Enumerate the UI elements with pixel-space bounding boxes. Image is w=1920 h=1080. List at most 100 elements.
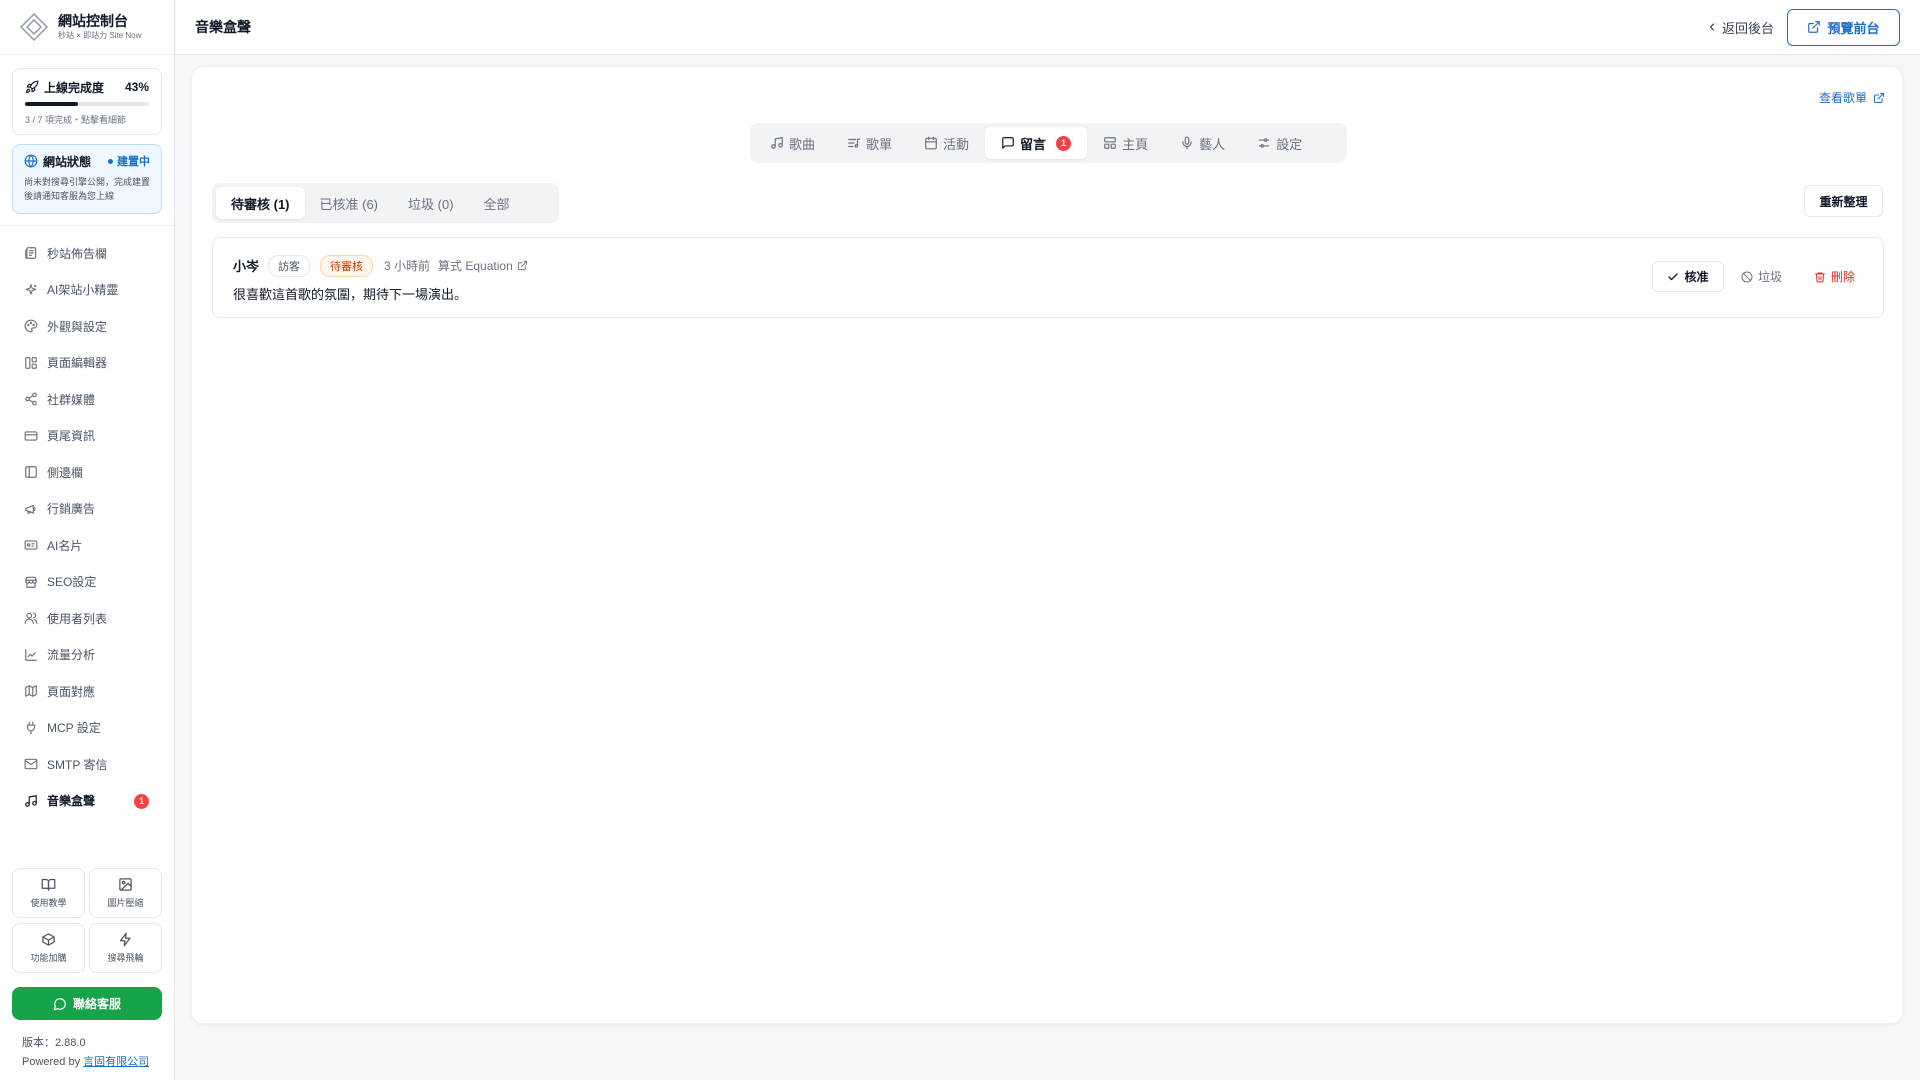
sparkles-icon	[24, 283, 38, 297]
sidebar-item-marketing[interactable]: 行銷廣告	[12, 491, 162, 528]
launch-progress-card[interactable]: 上線完成度 43% 3 / 7 項完成・點擊看細節	[12, 68, 162, 135]
palette-icon	[24, 319, 38, 333]
sidebar-item-music-box[interactable]: 音樂盒聲 1	[12, 783, 162, 820]
sidebar-item-ai-wizard[interactable]: AI架站小精靈	[12, 272, 162, 309]
sidebar-item-ai-card[interactable]: AI名片	[12, 527, 162, 564]
sidebar-item-label: 頁尾資訊	[47, 429, 96, 444]
tab-events[interactable]: 活動	[908, 127, 985, 159]
tool-label: 功能加購	[30, 953, 67, 963]
sidebar-item-footer-info[interactable]: 頁尾資訊	[12, 418, 162, 455]
tutorial-button[interactable]: 使用教學	[12, 868, 85, 918]
approve-button[interactable]: 核准	[1651, 261, 1724, 292]
contact-support-button[interactable]: 聯絡客服	[12, 987, 162, 1020]
tab-settings[interactable]: 設定	[1241, 127, 1318, 159]
filter-all[interactable]: 全部	[469, 187, 525, 219]
comment-song-link[interactable]: 算式 Equation	[438, 257, 528, 274]
tab-label: 歌單	[866, 136, 893, 152]
sidebar-item-page-editor[interactable]: 頁面編輯器	[12, 345, 162, 382]
panel-left-icon	[24, 465, 38, 479]
addon-purchase-button[interactable]: 功能加購	[12, 923, 85, 973]
tool-label: 搜尋飛輪	[107, 953, 144, 963]
external-link-icon	[1807, 20, 1821, 34]
spam-button[interactable]: 垃圾	[1733, 261, 1790, 292]
view-playlist-link[interactable]: 查看歌單	[1819, 89, 1885, 106]
sidebar-item-smtp[interactable]: SMTP 寄信	[12, 746, 162, 783]
brand[interactable]: 網站控制台 秒站 × 即站力 Site Now	[0, 0, 174, 55]
list-music-icon	[847, 136, 861, 150]
tool-label: 使用教學	[30, 898, 67, 908]
tab-label: 活動	[943, 136, 970, 152]
tab-label: 主頁	[1122, 136, 1149, 152]
sidebar-item-seo[interactable]: SEO設定	[12, 564, 162, 601]
notification-badge: 1	[134, 793, 149, 809]
tab-comments[interactable]: 留言 1	[985, 127, 1088, 159]
view-list-label: 查看歌單	[1818, 91, 1867, 105]
sidebar-item-label: SMTP 寄信	[47, 757, 108, 772]
delete-button[interactable]: 刪除	[1806, 261, 1863, 292]
card-icon	[24, 429, 38, 443]
id-card-icon	[24, 538, 38, 552]
sidebar-item-label: 頁面對應	[47, 684, 96, 699]
sidebar-item-analytics[interactable]: 流量分析	[12, 637, 162, 674]
music-icon	[770, 136, 784, 150]
sidebar-item-page-mapping[interactable]: 頁面對應	[12, 673, 162, 710]
tab-count-badge: 1	[1056, 135, 1072, 151]
top-header: 音樂盒聲 返回後台 預覽前台	[176, 0, 1920, 55]
layout-icon	[24, 356, 38, 370]
section-tabs: 歌曲 歌單 活動 留言 1 主頁 藝人 設定	[750, 123, 1347, 163]
layout-icon	[1103, 136, 1117, 150]
search-flywheel-button[interactable]: 搜尋飛輪	[89, 923, 162, 973]
filter-pending[interactable]: 待審核 (1)	[216, 187, 305, 219]
page-title: 音樂盒聲	[195, 19, 251, 35]
sidebar-item-mcp[interactable]: MCP 設定	[12, 710, 162, 747]
sidebar-item-bulletin[interactable]: 秒站佈告欄	[12, 235, 162, 272]
image-compress-button[interactable]: 圖片壓縮	[89, 868, 162, 918]
comment-actions: 核准 垃圾 刪除	[1651, 261, 1863, 292]
sidebar-item-social[interactable]: 社群媒體	[12, 381, 162, 418]
share-icon	[24, 392, 38, 406]
sliders-icon	[1257, 136, 1271, 150]
delete-label: 刪除	[1830, 270, 1855, 284]
trash-icon	[1814, 271, 1826, 283]
company-link[interactable]: 言固有限公司	[83, 1056, 149, 1068]
sidebar-item-label: 外觀與設定	[47, 319, 108, 334]
chevron-left-icon	[1706, 21, 1718, 33]
status-badge: 待審核	[320, 254, 374, 277]
preview-frontend-button[interactable]: 預覽前台	[1787, 8, 1900, 46]
tab-playlists[interactable]: 歌單	[831, 127, 908, 159]
sidebar-item-appearance[interactable]: 外觀與設定	[12, 308, 162, 345]
image-icon	[118, 877, 133, 892]
back-label: 返回後台	[1721, 20, 1774, 36]
role-badge: 訪客	[268, 254, 311, 277]
rocket-icon	[25, 80, 39, 94]
song-title: 算式 Equation	[438, 259, 513, 273]
comment-time: 3 小時前	[384, 259, 431, 273]
tab-label: 藝人	[1199, 136, 1226, 152]
filter-approved[interactable]: 已核准 (6)	[305, 187, 394, 219]
back-to-admin-link[interactable]: 返回後台	[1706, 18, 1774, 37]
sidebar-item-label: 音樂盒聲	[47, 794, 96, 809]
status-dot	[108, 158, 113, 164]
chart-line-icon	[24, 648, 38, 662]
progress-bar	[25, 102, 149, 106]
filter-spam[interactable]: 垃圾 (0)	[393, 187, 469, 219]
sidebar-item-sidebar[interactable]: 側邊欄	[12, 454, 162, 491]
brand-subtitle: 秒站 × 即站力 Site Now	[58, 31, 142, 40]
sidebar-item-label: 側邊欄	[47, 465, 84, 480]
powered-by: Powered by 言固有限公司	[22, 1053, 149, 1069]
version-text: 版本：2.88.0	[22, 1037, 86, 1049]
chat-bubble-icon	[53, 997, 67, 1011]
megaphone-icon	[24, 502, 38, 516]
users-icon	[24, 611, 38, 625]
tab-artists[interactable]: 藝人	[1164, 127, 1241, 159]
progress-percent: 43%	[124, 80, 149, 94]
sidebar-item-users[interactable]: 使用者列表	[12, 600, 162, 637]
book-icon	[41, 877, 56, 892]
message-icon	[1001, 136, 1015, 150]
tab-homepage[interactable]: 主頁	[1087, 127, 1164, 159]
globe-icon	[24, 154, 38, 168]
sidebar-item-label: 秒站佈告欄	[47, 246, 108, 261]
refresh-button[interactable]: 重新整理	[1804, 185, 1883, 217]
site-status-label: 網站狀態	[43, 154, 92, 169]
tab-songs[interactable]: 歌曲	[754, 127, 831, 159]
